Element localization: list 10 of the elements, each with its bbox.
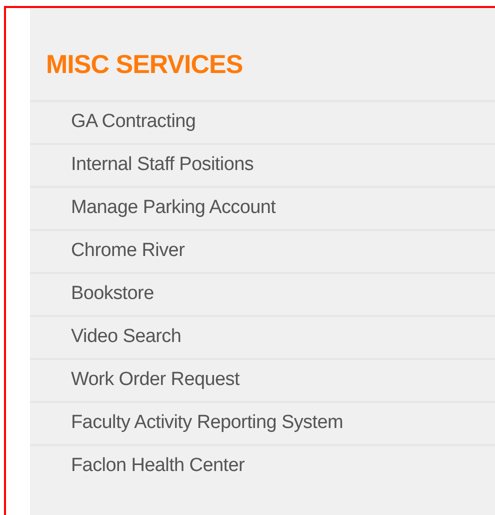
service-link[interactable]: Bookstore bbox=[71, 280, 154, 309]
section-heading: MISC SERVICES bbox=[45, 48, 244, 81]
service-link[interactable]: Faculty Activity Reporting System bbox=[71, 409, 344, 438]
service-link[interactable]: Video Search bbox=[71, 323, 182, 352]
service-link[interactable]: Chrome River bbox=[71, 237, 185, 266]
service-link[interactable]: Internal Staff Positions bbox=[71, 151, 254, 180]
service-link[interactable]: GA Contracting bbox=[71, 108, 196, 137]
service-link[interactable]: Work Order Request bbox=[71, 366, 240, 395]
service-link[interactable]: Manage Parking Account bbox=[71, 194, 276, 223]
service-link[interactable]: Faclon Health Center bbox=[71, 452, 245, 481]
